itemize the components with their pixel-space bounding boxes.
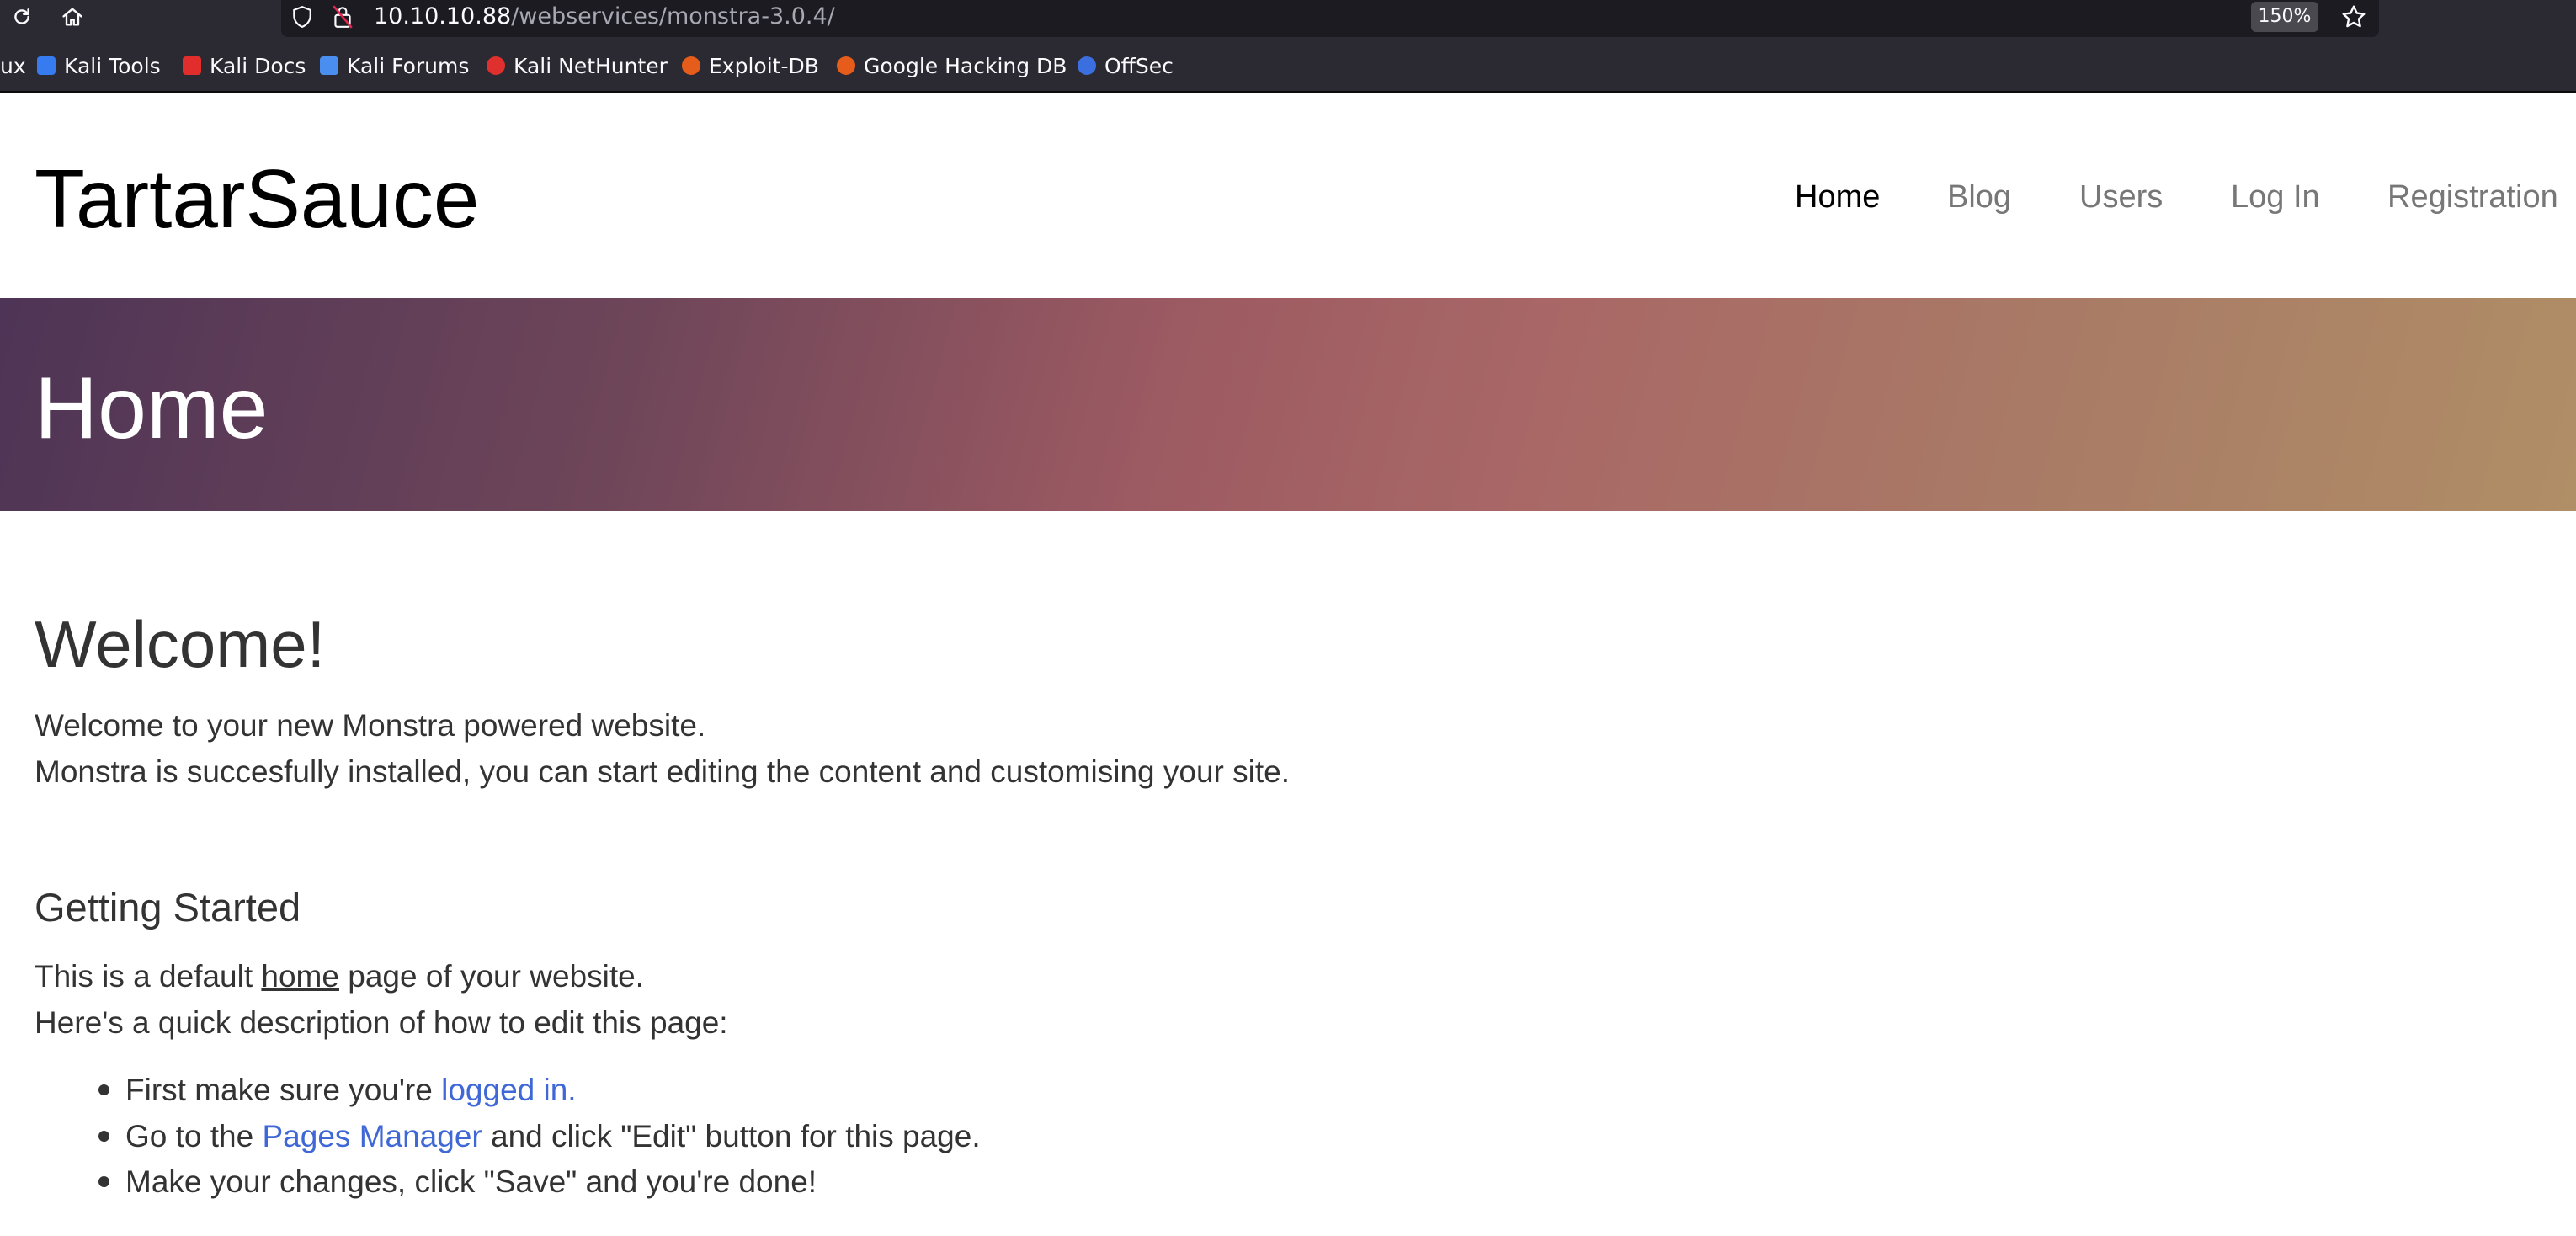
browser-toolbar: 10.10.10.88/webservices/monstra-3.0.4/ 1… bbox=[0, 0, 2576, 40]
ghdb-icon bbox=[837, 56, 855, 75]
step-item-1: First make sure you're logged in. bbox=[125, 1068, 577, 1113]
reload-icon[interactable] bbox=[5, 0, 39, 34]
bookmarks-bar: ux Kali Tools Kali Docs Kali Forums Kali… bbox=[0, 40, 2576, 93]
bookmark-kali-nethunter[interactable]: Kali NetHunter bbox=[487, 51, 668, 81]
kali-docs-icon bbox=[183, 56, 201, 75]
step-item-3: Make your changes, click "Save" and you'… bbox=[125, 1159, 817, 1205]
bookmark-label: Kali Tools bbox=[64, 53, 161, 78]
bookmark-star-icon[interactable] bbox=[2340, 3, 2367, 35]
bullet-icon bbox=[98, 1084, 109, 1095]
welcome-line-2: Monstra is succesfully installed, you ca… bbox=[35, 754, 1291, 789]
pages-manager-link[interactable]: Pages Manager bbox=[263, 1119, 482, 1153]
bullet-icon bbox=[98, 1176, 109, 1187]
kali-tools-icon bbox=[37, 56, 56, 75]
home-icon[interactable] bbox=[56, 0, 89, 34]
bookmark-kali-tools[interactable]: Kali Tools bbox=[37, 51, 161, 81]
offsec-icon bbox=[1078, 56, 1096, 75]
bookmark-label: ux bbox=[0, 53, 26, 78]
bookmark-label: Kali NetHunter bbox=[514, 53, 668, 78]
url-path: /webservices/monstra-3.0.4/ bbox=[511, 3, 835, 29]
bookmark-label: Kali Docs bbox=[210, 53, 306, 78]
step-text: First make sure you're bbox=[125, 1073, 442, 1107]
welcome-line-1: Welcome to your new Monstra powered webs… bbox=[35, 708, 706, 743]
bookmark-label: OffSec bbox=[1104, 53, 1174, 78]
bullet-icon bbox=[98, 1131, 109, 1142]
nav-home[interactable]: Home bbox=[1795, 173, 1880, 221]
step-text: Go to the bbox=[125, 1119, 263, 1153]
default-page-text: This is a default home page of your webs… bbox=[35, 954, 644, 999]
zoom-level-badge[interactable]: 150% bbox=[2251, 2, 2318, 32]
url-bar[interactable]: 10.10.10.88/webservices/monstra-3.0.4/ 1… bbox=[281, 0, 2379, 37]
step-text: and click "Edit" button for this page. bbox=[482, 1119, 981, 1153]
bookmark-label: Kali Forums bbox=[347, 53, 470, 78]
bookmark-label: Exploit-DB bbox=[709, 53, 819, 78]
exploit-db-icon bbox=[682, 56, 700, 75]
url-text[interactable]: 10.10.10.88/webservices/monstra-3.0.4/ bbox=[374, 2, 835, 32]
bookmark-kali-forums[interactable]: Kali Forums bbox=[320, 51, 469, 81]
getting-started-heading: Getting Started bbox=[35, 885, 301, 930]
nav-users[interactable]: Users bbox=[2079, 173, 2163, 221]
nav-log-in[interactable]: Log In bbox=[2231, 173, 2320, 221]
step-item-2: Go to the Pages Manager and click "Edit"… bbox=[125, 1114, 981, 1159]
site-title[interactable]: TartarSauce bbox=[35, 148, 479, 249]
nav-registration[interactable]: Registration bbox=[2387, 173, 2558, 221]
quick-description-text: Here's a quick description of how to edi… bbox=[35, 1005, 728, 1040]
lock-icon[interactable] bbox=[332, 4, 354, 34]
page-banner: Home bbox=[0, 298, 2576, 511]
default-page-text-post: page of your website. bbox=[338, 959, 644, 994]
bookmark-label: Google Hacking DB bbox=[864, 53, 1067, 78]
welcome-heading: Welcome! bbox=[35, 607, 326, 681]
bookmark-kali-docs[interactable]: Kali Docs bbox=[183, 51, 306, 81]
home-abbr: home bbox=[261, 959, 339, 994]
bookmark-offsec[interactable]: OffSec bbox=[1078, 51, 1174, 81]
tracking-protection-icon[interactable] bbox=[291, 5, 313, 33]
bookmark-exploit-db[interactable]: Exploit-DB bbox=[682, 51, 819, 81]
default-page-text-pre: This is a default bbox=[35, 959, 262, 994]
bookmark-google-hacking-db[interactable]: Google Hacking DB bbox=[837, 51, 1067, 81]
step-text: Make your changes, click "Save" and you'… bbox=[125, 1164, 817, 1199]
banner-title: Home bbox=[35, 360, 269, 457]
kali-nethunter-icon bbox=[487, 56, 505, 75]
nav-blog[interactable]: Blog bbox=[1947, 173, 2011, 221]
url-host: 10.10.10.88 bbox=[374, 3, 512, 29]
logged-in-link[interactable]: logged in. bbox=[441, 1073, 576, 1107]
bookmark-overflow[interactable]: ux bbox=[0, 51, 26, 81]
kali-forums-icon bbox=[320, 56, 338, 75]
